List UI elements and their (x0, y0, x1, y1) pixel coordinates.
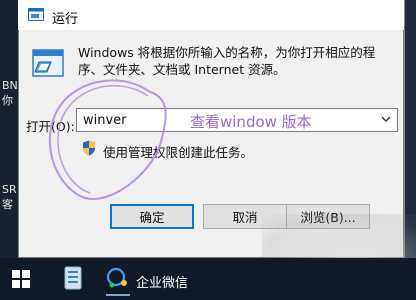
open-input[interactable]: winver (83, 113, 127, 128)
dialog-title: 运行 (52, 12, 79, 27)
uac-shield-icon (83, 140, 95, 156)
taskbar (0, 258, 416, 300)
desktop-fragment-4: 客 (2, 198, 13, 211)
desktop-fragment-3: SR (2, 183, 17, 196)
wecom-label[interactable]: 企业微信 (136, 272, 188, 291)
desktop-fragment-1: BN (2, 79, 18, 92)
active-app-indicator (106, 294, 130, 296)
wecom-icon[interactable] (106, 266, 130, 290)
ok-button[interactable]: 确定 (110, 204, 194, 229)
title-bar[interactable]: 运行 (18, 0, 404, 30)
desktop-fragment-2: 你 (2, 94, 13, 107)
open-label: 打开(O): (26, 119, 75, 134)
dropdown-arrow-icon[interactable] (381, 114, 391, 124)
desktop-left-edge (0, 0, 18, 258)
windows-start-icon[interactable] (12, 270, 30, 288)
dialog-description: Windows 将根据你所输入的名称，为你打开相应的程序、文件夹、文档或 Int… (78, 45, 376, 77)
app-icon[interactable] (64, 266, 82, 290)
run-app-icon (32, 49, 64, 77)
admin-note: 使用管理权限创建此任务。 (103, 145, 254, 160)
run-title-icon (28, 8, 44, 21)
annotation-text: 查看window 版本 (190, 113, 312, 131)
